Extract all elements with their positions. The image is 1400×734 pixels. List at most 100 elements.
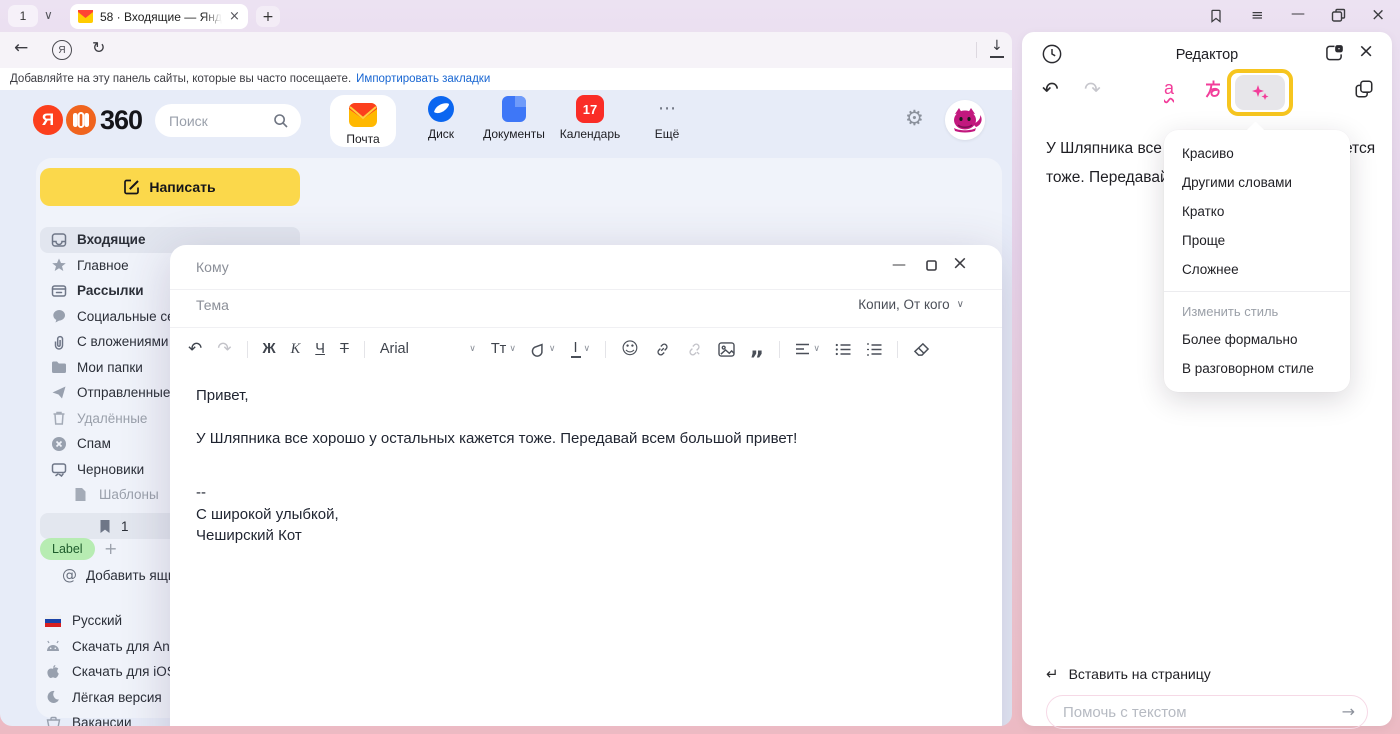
calendar-service-icon: 17 [576, 95, 604, 123]
bold-button[interactable]: Ж [263, 341, 276, 357]
copy-icon[interactable] [1354, 79, 1374, 99]
new-tab-button[interactable]: + [256, 6, 280, 27]
footer-label: Русский [72, 613, 122, 628]
ai-rewrite-button[interactable] [1235, 75, 1285, 110]
bookmark-flag-icon [98, 519, 112, 534]
add-mailbox-row[interactable]: @ Добавить ящик [62, 568, 181, 583]
star-icon [50, 257, 67, 273]
window-close-button[interactable]: × [1371, 7, 1385, 24]
service-mail[interactable]: Почта [330, 95, 396, 147]
redo-icon[interactable]: ↷ [217, 341, 231, 358]
formatting-toolbar: ↶ ↷ Ж K Ч Т Arial ∨ Tт∨ ∨ I∨ ☺ [188, 331, 984, 367]
link-button[interactable] [654, 341, 671, 358]
submit-arrow-icon[interactable]: → [1342, 704, 1355, 720]
editor-side-panel: Редактор × ↶ ↷ a У Шляпника все хорошо у… [1022, 32, 1392, 726]
browser-menu-icon[interactable]: ≡ [1251, 8, 1264, 23]
service-disk[interactable]: Диск [408, 95, 474, 141]
open-in-window-icon[interactable] [1325, 44, 1344, 62]
panel-redo-icon[interactable]: ↷ [1084, 79, 1101, 99]
font-family-select[interactable]: Arial ∨ [380, 341, 476, 357]
eraser-button[interactable] [913, 342, 930, 357]
tab-close-icon[interactable]: × [229, 10, 240, 23]
ai-prompt-input-wrap[interactable]: → [1046, 695, 1368, 729]
quote-button[interactable]: „ [750, 345, 764, 354]
folder-label: С вложениями [77, 334, 168, 349]
folder-label: Главное [77, 258, 129, 273]
import-bookmarks-link[interactable]: Импортировать закладки [356, 73, 490, 85]
settings-gear-icon[interactable]: ⚙ [905, 108, 924, 129]
to-field[interactable]: Кому [196, 259, 229, 275]
mail-webpage: Я 360 Поиск Почта Диск Документы 17 Кале… [0, 90, 1012, 726]
inbox-icon [50, 232, 67, 248]
compose-minimize-icon[interactable]: — [892, 258, 906, 272]
window-minimize-button[interactable]: — [1291, 7, 1305, 21]
ai-prompt-input[interactable] [1063, 704, 1342, 721]
menu-item-simpler[interactable]: Проще [1164, 226, 1350, 255]
translate-button[interactable] [1202, 78, 1224, 100]
font-size-select[interactable]: Tт∨ [491, 341, 516, 357]
sent-plane-icon [50, 385, 67, 400]
subject-field[interactable]: Тема [196, 297, 229, 313]
service-docs[interactable]: Документы [476, 95, 552, 141]
strikethrough-button[interactable]: Т [340, 341, 349, 357]
window-restore-button[interactable] [1331, 8, 1346, 23]
numbered-list-button[interactable] [866, 343, 882, 356]
protect-icon[interactable]: Я [52, 40, 72, 60]
service-calendar-label: Календарь [560, 127, 621, 141]
active-tab[interactable]: 58 · Входящие — Яндек × [70, 4, 248, 29]
calendar-badge: 17 [583, 102, 597, 117]
compose-button[interactable]: Написать [40, 168, 300, 206]
menu-item-complex[interactable]: Сложнее [1164, 255, 1350, 284]
service-calendar[interactable]: 17 Календарь [554, 95, 626, 141]
body-line: Чеширский Кот [196, 525, 936, 547]
compose-close-icon[interactable]: × [952, 254, 968, 273]
menu-item-beautiful[interactable]: Красиво [1164, 139, 1350, 168]
chat-icon [50, 308, 67, 324]
body-line: -- [196, 482, 936, 504]
panel-undo-icon[interactable]: ↶ [1042, 79, 1059, 99]
bullet-list-button[interactable] [835, 343, 851, 356]
service-mail-label: Почта [346, 132, 379, 146]
docs-service-icon [501, 95, 527, 123]
spellcheck-button[interactable]: a [1164, 78, 1174, 99]
chevron-down-icon: ∨ [584, 345, 591, 354]
service-more[interactable]: ⋯ Ещё [642, 95, 692, 141]
compose-expand-icon[interactable] [925, 259, 938, 272]
ai-rewrite-menu: Красиво Другими словами Кратко Проще Сло… [1164, 130, 1350, 392]
italic-button[interactable]: K [291, 341, 301, 358]
menu-item-brief[interactable]: Кратко [1164, 197, 1350, 226]
message-body[interactable]: Привет, У Шляпника все хорошо у остальны… [196, 385, 936, 547]
menu-item-formal[interactable]: Более формально [1164, 325, 1350, 354]
service-more-label: Ещё [655, 127, 680, 141]
newsletters-icon [50, 283, 67, 299]
underline-button[interactable]: Ч [315, 341, 325, 357]
downloads-button[interactable]: ↓ [988, 39, 1006, 59]
unlink-button[interactable] [686, 341, 703, 358]
tab-count-button[interactable]: 1 [8, 5, 38, 27]
highlight-color-select[interactable]: ∨ [531, 342, 556, 357]
chevron-down-icon: ∨ [469, 345, 476, 354]
search-box[interactable]: Поиск [155, 104, 301, 137]
user-avatar[interactable] [945, 100, 985, 140]
add-label-icon[interactable]: + [104, 541, 117, 557]
panel-close-icon[interactable]: × [1358, 42, 1374, 61]
menu-item-other-words[interactable]: Другими словами [1164, 168, 1350, 197]
back-button[interactable]: ← [14, 40, 28, 57]
insert-to-page-button[interactable]: ↵ Вставить на страницу [1046, 666, 1211, 682]
emoji-button[interactable]: ☺ [621, 341, 639, 358]
file-icon [72, 487, 89, 502]
bookmarks-panel-icon[interactable] [1208, 8, 1224, 24]
text-color-select[interactable]: I∨ [571, 340, 591, 358]
label-chip[interactable]: Label [40, 538, 95, 560]
cc-toggle[interactable]: Копии, От кого ∨ [858, 297, 964, 312]
search-placeholder: Поиск [169, 113, 208, 129]
moon-icon [44, 690, 62, 704]
menu-item-conversational[interactable]: В разговорном стиле [1164, 354, 1350, 383]
undo-icon[interactable]: ↶ [188, 341, 202, 358]
insert-image-button[interactable] [718, 342, 735, 357]
refresh-button[interactable]: ↻ [92, 40, 105, 56]
align-select[interactable]: ∨ [795, 343, 820, 355]
yandex-logo[interactable]: Я [33, 105, 63, 135]
tab-list-chevron-icon[interactable]: ∨ [44, 9, 53, 21]
enter-arrow-icon: ↵ [1046, 667, 1059, 682]
